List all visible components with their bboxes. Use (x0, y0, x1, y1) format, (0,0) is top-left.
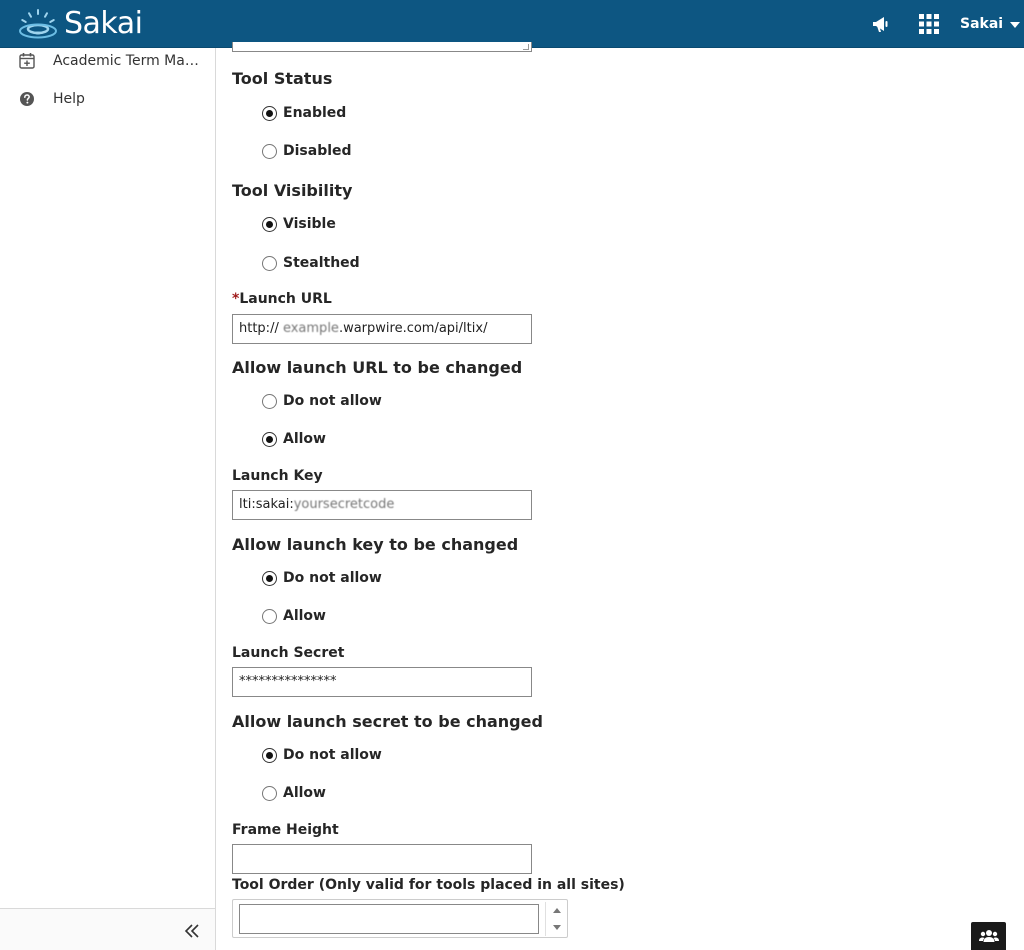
double-chevron-left-icon[interactable] (182, 921, 202, 941)
launch-key-prefix: lti:sakai: (239, 497, 294, 512)
launch-url-label-text: Launch URL (239, 291, 332, 307)
radio-button-checked[interactable] (262, 216, 277, 232)
tool-visibility-stealthed-radio[interactable]: Stealthed (262, 253, 360, 273)
launch-secret-input[interactable]: *************** (232, 667, 532, 697)
user-name: Sakai (960, 16, 1004, 32)
users-icon (979, 930, 999, 942)
stepper-controls (545, 902, 567, 936)
sidebar-item-label: Help (53, 91, 85, 107)
tool-status-heading: Tool Status (232, 69, 333, 88)
tool-order-stepper[interactable] (232, 899, 568, 938)
frame-height-input[interactable] (232, 844, 532, 874)
sakai-wave-icon (19, 9, 57, 39)
radio-button-checked[interactable] (262, 105, 277, 121)
radio-label: Stealthed (283, 255, 360, 271)
allow-secret-change-heading: Allow launch secret to be changed (232, 712, 543, 731)
tool-order-input[interactable] (239, 904, 539, 934)
radio-label: Do not allow (283, 747, 382, 763)
radio-button[interactable] (262, 255, 277, 271)
radio-button[interactable] (262, 393, 277, 409)
tool-order-label: Tool Order (Only valid for tools placed … (232, 877, 625, 893)
allow-key-change-allow-radio[interactable]: Allow (262, 606, 326, 626)
apps-grid-icon[interactable] (918, 13, 940, 35)
allow-secret-change-allow-radio[interactable]: Allow (262, 783, 326, 803)
sidebar-item-academic-term-manager[interactable]: Academic Term Man... (0, 43, 215, 79)
launch-url-input[interactable]: http:// example.warpwire.com/api/ltix/ (232, 314, 532, 344)
radio-label: Disabled (283, 143, 352, 159)
radio-label: Visible (283, 216, 336, 232)
radio-label: Allow (283, 608, 326, 624)
lti-tool-form: Tool Status Enabled Disabled Tool Visibi… (216, 42, 1024, 950)
allow-key-change-do-not-allow-radio[interactable]: Do not allow (262, 568, 382, 588)
radio-label: Do not allow (283, 570, 382, 586)
sidebar: Academic Term Man... Help (0, 48, 216, 950)
sidebar-item-label: Academic Term Man... (53, 53, 203, 69)
allow-secret-change-do-not-allow-radio[interactable]: Do not allow (262, 745, 382, 765)
radio-button-checked[interactable] (262, 431, 277, 447)
previous-textarea[interactable] (232, 42, 532, 52)
spin-up-arrow-icon[interactable] (553, 908, 561, 913)
megaphone-icon[interactable] (870, 13, 892, 35)
launch-url-suffix: .warpwire.com/api/ltix/ (338, 321, 488, 336)
sidebar-item-help[interactable]: Help (0, 81, 215, 117)
logo-text: Sakai (64, 6, 143, 41)
sidebar-collapse-bar (0, 908, 215, 950)
tool-visibility-visible-radio[interactable]: Visible (262, 214, 336, 234)
radio-label: Do not allow (283, 393, 382, 409)
allow-url-change-allow-radio[interactable]: Allow (262, 429, 326, 449)
radio-button[interactable] (262, 785, 277, 801)
question-circle-icon (20, 92, 34, 106)
frame-height-label: Frame Height (232, 822, 339, 838)
resize-handle[interactable] (523, 44, 529, 50)
radio-button-checked[interactable] (262, 747, 277, 763)
radio-label: Allow (283, 785, 326, 801)
radio-label: Allow (283, 431, 326, 447)
launch-key-label: Launch Key (232, 468, 323, 484)
radio-button[interactable] (262, 608, 277, 624)
radio-button-checked[interactable] (262, 570, 277, 586)
launch-url-prefix: http:// (239, 321, 279, 336)
allow-url-change-heading: Allow launch URL to be changed (232, 358, 523, 377)
sakai-logo[interactable]: Sakai (16, 6, 143, 42)
tool-status-enabled-radio[interactable]: Enabled (262, 103, 346, 123)
allow-key-change-heading: Allow launch key to be changed (232, 535, 519, 554)
radio-label: Enabled (283, 105, 347, 121)
chevron-down-icon (1010, 22, 1021, 28)
launch-key-redacted: yoursecretcode (293, 497, 395, 512)
launch-key-input[interactable]: lti:sakai:yoursecretcode (232, 490, 532, 520)
top-navigation-bar: Sakai Sakai (0, 0, 1024, 48)
launch-secret-label: Launch Secret (232, 645, 345, 661)
radio-button[interactable] (262, 143, 277, 159)
tool-status-disabled-radio[interactable]: Disabled (262, 141, 352, 161)
tool-visibility-heading: Tool Visibility (232, 181, 353, 200)
user-menu-button[interactable]: Sakai (960, 13, 1021, 35)
spin-down-arrow-icon[interactable] (553, 925, 561, 930)
roster-chat-button[interactable] (971, 922, 1006, 950)
launch-url-label: *Launch URL (232, 291, 332, 307)
allow-url-change-do-not-allow-radio[interactable]: Do not allow (262, 391, 382, 411)
calendar-plus-icon (19, 53, 35, 69)
launch-url-redacted: example (282, 321, 339, 336)
